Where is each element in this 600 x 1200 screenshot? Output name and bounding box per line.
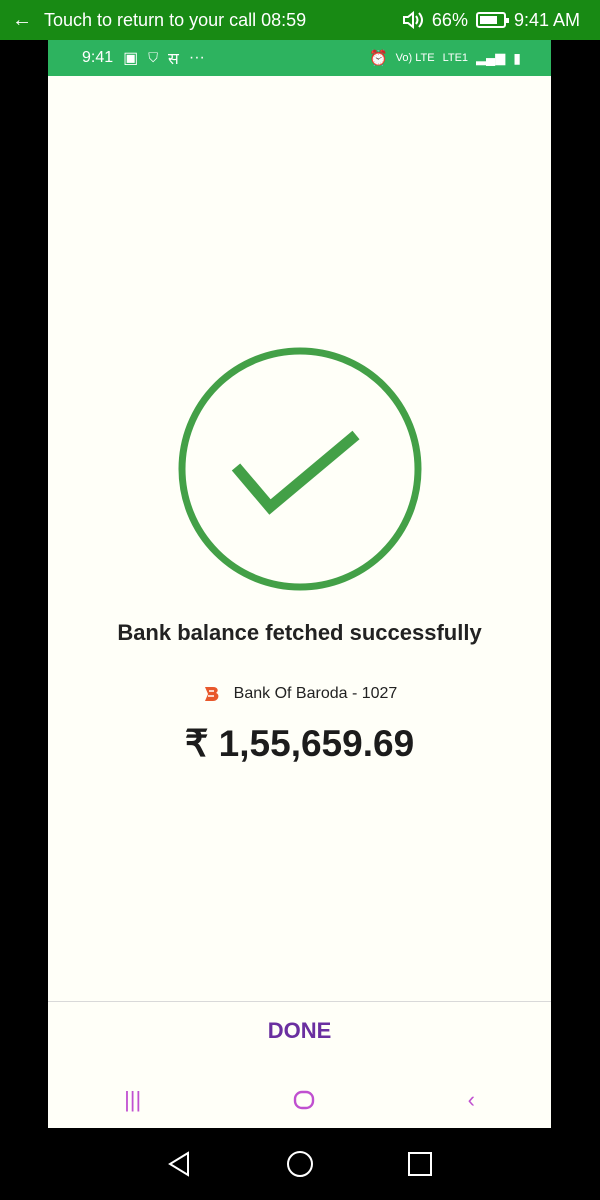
recent-apps-icon[interactable]: |||: [124, 1087, 141, 1113]
bank-account-row: Bank Of Baroda - 1027: [48, 685, 551, 703]
inner-status-bar: 9:41 ▣ ⛉ स ··· ⏰ Vo) LTE LTE1 ▂▄▆ ▮: [48, 40, 551, 76]
return-to-call-bar[interactable]: ← Touch to return to your call 08:59 66%…: [0, 0, 600, 40]
balance-amount: ₹ 1,55,659.69: [184, 723, 415, 764]
divider: [48, 1001, 551, 1002]
bank-of-baroda-logo-icon: [204, 687, 219, 701]
battery-percent: 66%: [431, 9, 468, 30]
signal-icon: ▂▄▆: [476, 50, 506, 65]
system-recents-icon[interactable]: [406, 1150, 434, 1178]
inner-nav-bar: ||| ‹: [48, 1082, 551, 1118]
battery-icon: [475, 12, 509, 28]
return-to-call-text: Touch to return to your call: [44, 9, 257, 30]
success-check-icon: [178, 347, 422, 591]
app-screen: 9:41 ▣ ⛉ स ··· ⏰ Vo) LTE LTE1 ▂▄▆ ▮ Bank…: [48, 40, 551, 1128]
network-sub: LTE1: [442, 52, 469, 64]
network-type: Vo) LTE: [395, 52, 435, 64]
shield-wifi-icon: ⛉: [148, 50, 159, 65]
system-back-icon[interactable]: [166, 1150, 194, 1178]
image-notification-icon: ▣: [123, 50, 139, 67]
clock-time: 9:41 AM: [513, 9, 580, 30]
lang-indicator: स: [168, 51, 179, 68]
battery-small-icon: ▮: [513, 49, 521, 66]
call-timer: 08:59: [261, 9, 307, 30]
more-notifications-icon: ···: [188, 49, 205, 66]
home-icon[interactable]: [293, 1090, 315, 1110]
done-button[interactable]: DONE: [48, 1018, 551, 1044]
speaker-icon: [402, 11, 423, 29]
alarm-icon: ⏰: [368, 50, 388, 67]
back-icon[interactable]: ‹: [468, 1087, 475, 1113]
inner-status-time: 9:41: [82, 49, 114, 66]
bank-name: Bank Of Baroda - 1027: [233, 685, 398, 702]
system-nav-bar: [0, 1128, 600, 1200]
system-home-icon[interactable]: [285, 1149, 315, 1179]
back-arrow-icon: ←: [12, 8, 32, 31]
success-title: Bank balance fetched successfully: [117, 620, 482, 645]
